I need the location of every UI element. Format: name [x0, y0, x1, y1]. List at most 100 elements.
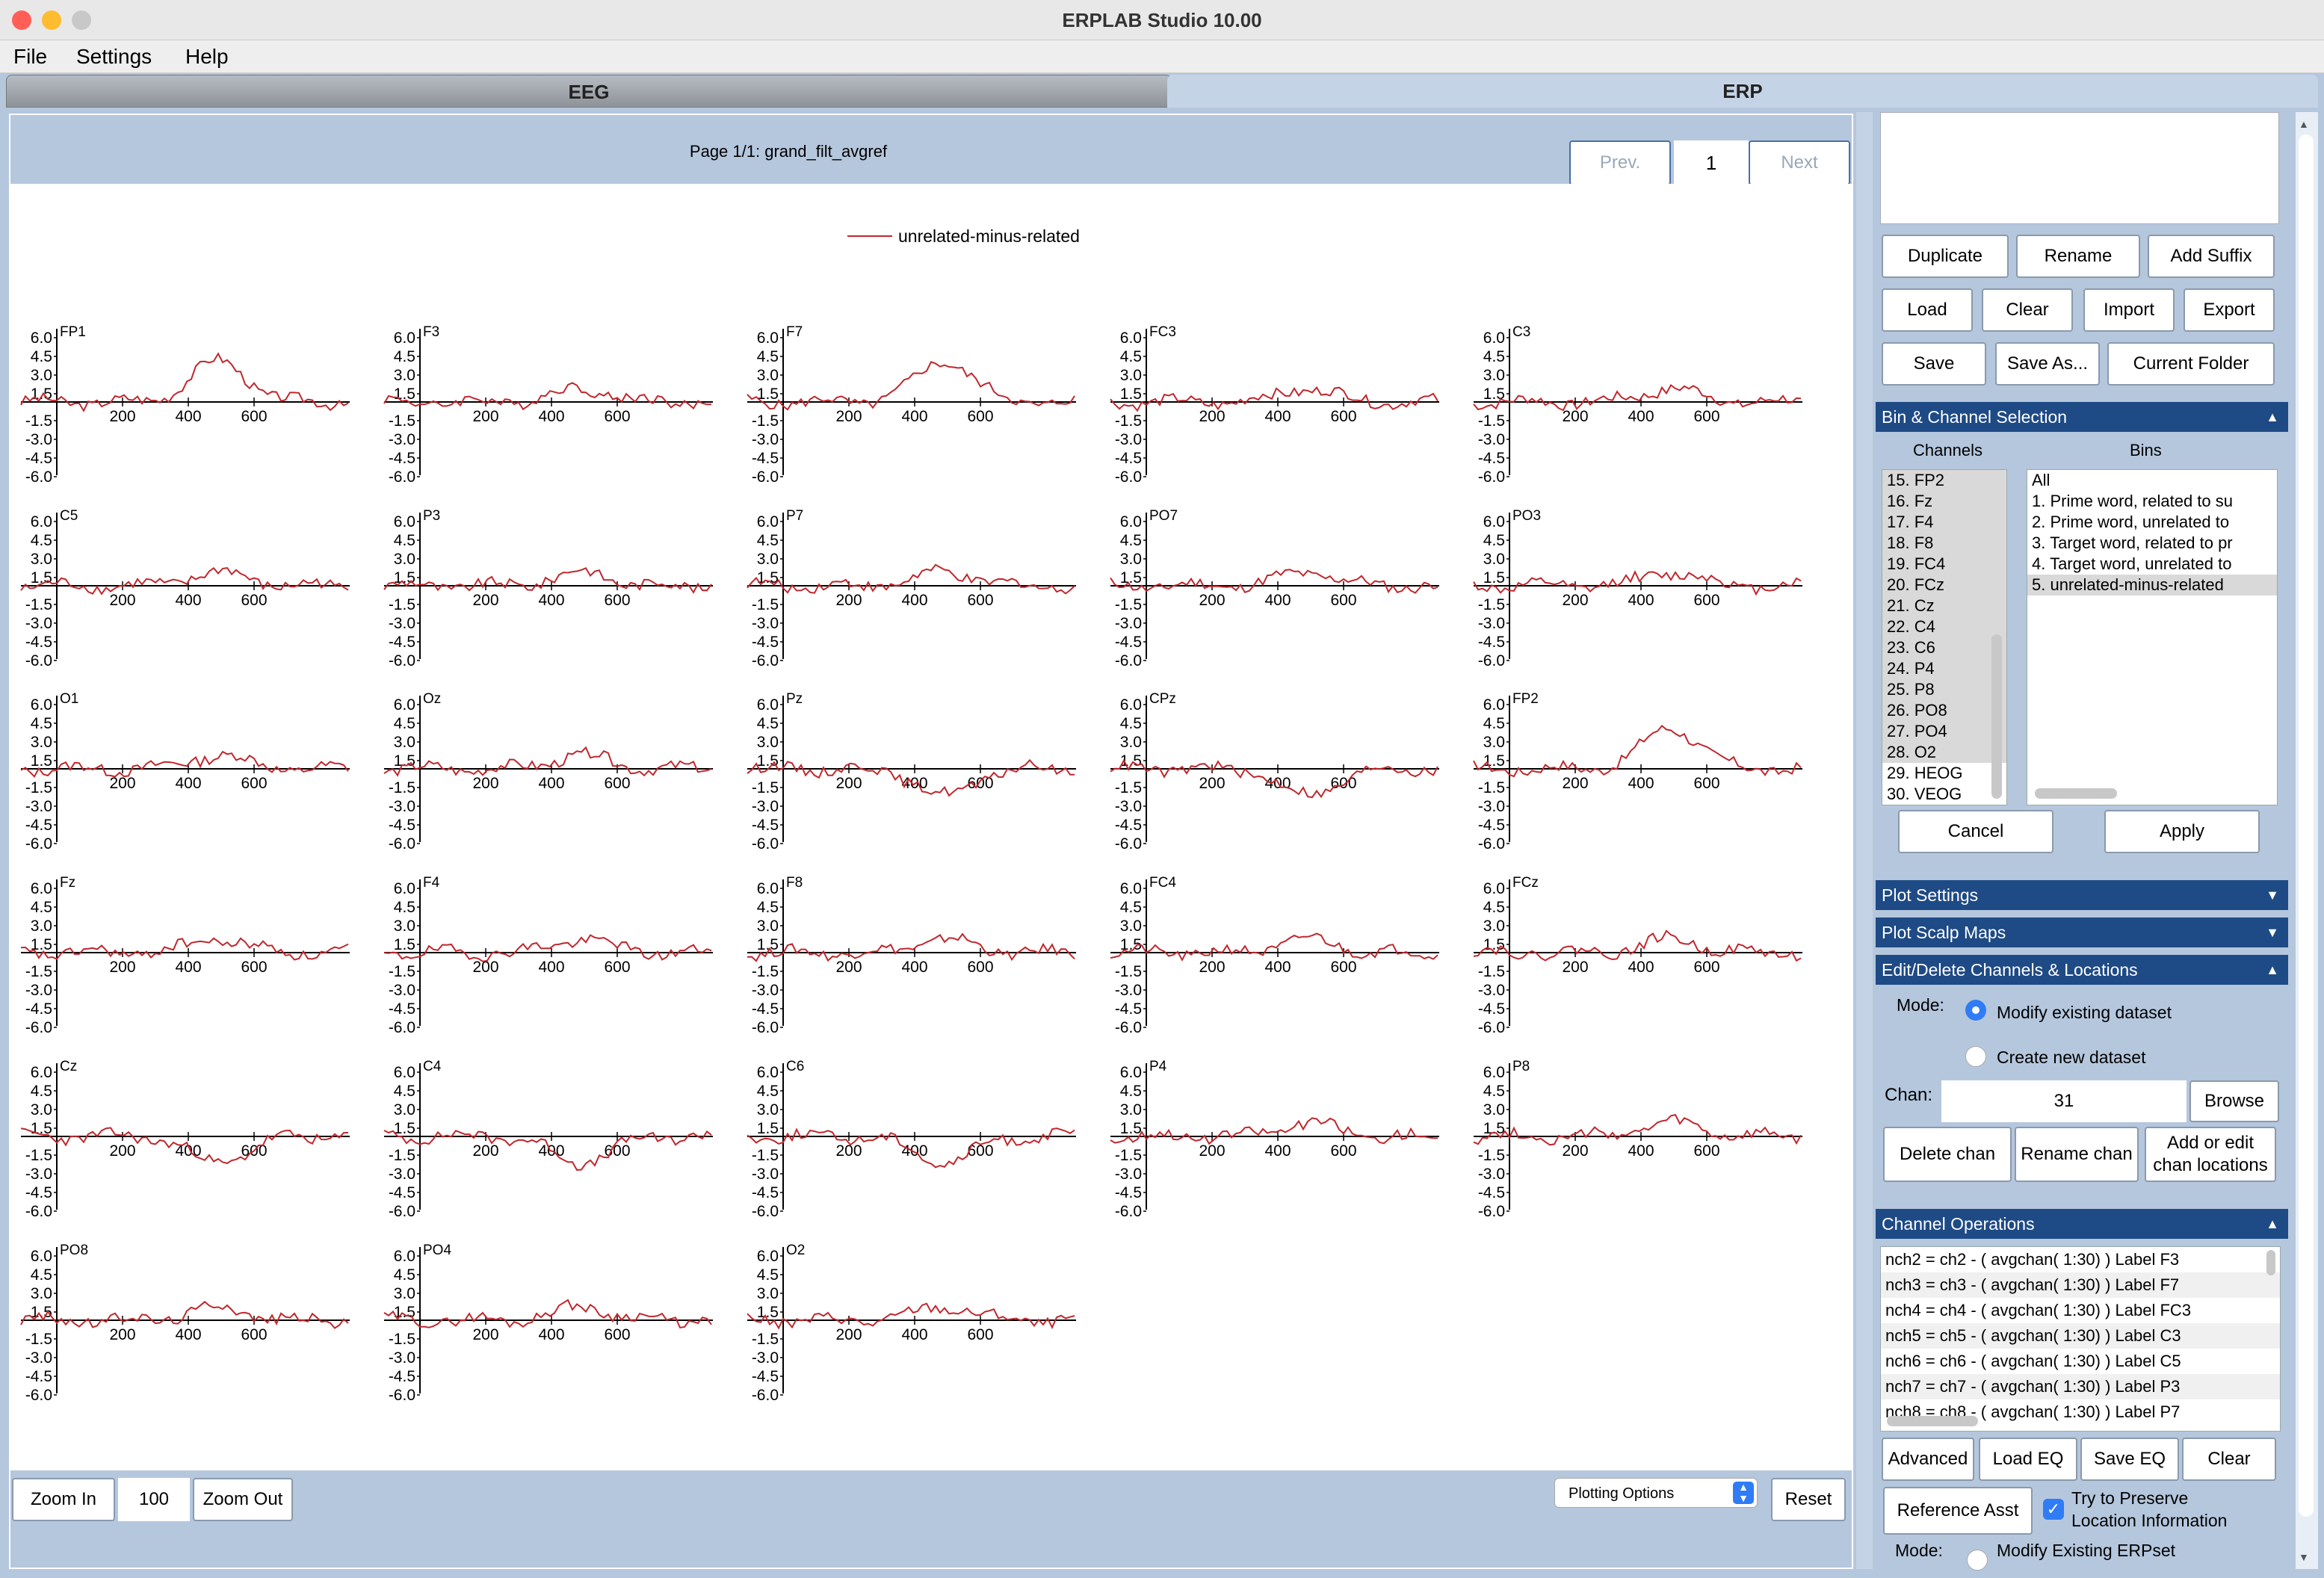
- channel-list-item[interactable]: 22. C4: [1882, 616, 2006, 637]
- channel-list-item[interactable]: 23. C6: [1882, 637, 2006, 658]
- channel-list-item[interactable]: 25. P8: [1882, 679, 2006, 700]
- channel-list-item[interactable]: 27. PO4: [1882, 721, 2006, 742]
- channel-list-item[interactable]: 29. HEOG: [1882, 763, 2006, 784]
- equation-list-item[interactable]: nch7 = ch7 - ( avgchan( 1:30) ) Label P3: [1881, 1374, 2280, 1399]
- apply-button[interactable]: Apply: [2104, 810, 2260, 853]
- y-tick-label: -3.0: [25, 1166, 52, 1183]
- save-eq-button[interactable]: Save EQ: [2080, 1438, 2179, 1481]
- collapse-arrow-icon[interactable]: ▲: [2266, 1209, 2279, 1239]
- collapse-arrow-icon[interactable]: ▲: [2266, 402, 2279, 432]
- expand-arrow-icon[interactable]: ▼: [2266, 918, 2279, 947]
- channel-list-item[interactable]: 28. O2: [1882, 742, 2006, 763]
- scroll-down-icon[interactable]: ▼: [2299, 1551, 2309, 1563]
- channel-operations-section-header[interactable]: Channel Operations ▲: [1876, 1209, 2288, 1239]
- close-window-button[interactable]: [12, 10, 31, 30]
- equation-list-item[interactable]: nch4 = ch4 - ( avgchan( 1:30) ) Label FC…: [1881, 1298, 2280, 1323]
- panel-splitter[interactable]: [1856, 112, 1873, 1569]
- prev-page-button[interactable]: Prev.: [1569, 140, 1671, 185]
- plot-settings-section-header[interactable]: Plot Settings ▼: [1876, 880, 2288, 910]
- menu-file[interactable]: File: [13, 45, 47, 69]
- import-button[interactable]: Import: [2083, 288, 2175, 332]
- create-dataset-radio[interactable]: [1965, 1046, 1986, 1067]
- save-button[interactable]: Save: [1882, 342, 1986, 386]
- edit-channels-section-header[interactable]: Edit/Delete Channels & Locations ▲: [1876, 955, 2288, 985]
- export-button[interactable]: Export: [2184, 288, 2275, 332]
- equation-list-item[interactable]: nch5 = ch5 - ( avgchan( 1:30) ) Label C3: [1881, 1323, 2280, 1349]
- clear-eq-button[interactable]: Clear: [2182, 1438, 2276, 1481]
- reference-asst-button[interactable]: Reference Asst: [1883, 1487, 2033, 1535]
- scroll-up-icon[interactable]: ▲: [2299, 118, 2309, 130]
- channel-list-item[interactable]: 21. Cz: [1882, 595, 2006, 616]
- rename-button[interactable]: Rename: [2016, 235, 2140, 278]
- modify-dataset-radio[interactable]: [1965, 1000, 1986, 1021]
- channels-scroll-thumb[interactable]: [1991, 634, 2002, 799]
- cancel-button[interactable]: Cancel: [1898, 810, 2053, 853]
- advanced-button[interactable]: Advanced: [1882, 1438, 1974, 1481]
- next-page-button[interactable]: Next: [1749, 140, 1850, 185]
- zoom-in-button[interactable]: Zoom In: [12, 1478, 115, 1521]
- tab-erp[interactable]: ERP: [1167, 75, 2318, 108]
- channel-list-item[interactable]: 26. PO8: [1882, 700, 2006, 721]
- chan-input[interactable]: 31: [1941, 1080, 2187, 1122]
- bin-list-item[interactable]: 5. unrelated-minus-related: [2027, 575, 2277, 595]
- channels-listbox[interactable]: 15. FP2 16. Fz 17. F4 18. F8 19. FC4 20. FCz 2…: [1882, 469, 2007, 805]
- equation-list-item[interactable]: nch2 = ch2 - ( avgchan( 1:30) ) Label F3: [1881, 1247, 2280, 1272]
- equations-hscroll-thumb[interactable]: [1887, 1416, 1978, 1426]
- bin-list-item[interactable]: 3. Target word, related to pr: [2027, 533, 2277, 554]
- minimize-window-button[interactable]: [42, 10, 61, 30]
- channel-list-item[interactable]: 24. P4: [1882, 658, 2006, 679]
- plot-scalp-maps-section-header[interactable]: Plot Scalp Maps ▼: [1876, 918, 2288, 947]
- clear-button[interactable]: Clear: [1982, 288, 2073, 332]
- tab-eeg[interactable]: EEG: [6, 75, 1172, 108]
- expand-arrow-icon[interactable]: ▼: [2266, 880, 2279, 910]
- bins-scroll-thumb[interactable]: [2035, 788, 2117, 799]
- y-tick-label: -3.0: [389, 1166, 415, 1183]
- equation-list-item[interactable]: nch6 = ch6 - ( avgchan( 1:30) ) Label C5: [1881, 1349, 2280, 1374]
- erp-waveform-fc4: [1110, 932, 1438, 962]
- y-tick-label: 6.0: [394, 329, 415, 347]
- right-panel-scrollbar[interactable]: ▲ ▼: [2296, 112, 2318, 1569]
- collapse-arrow-icon[interactable]: ▲: [2266, 955, 2279, 985]
- load-eq-button[interactable]: Load EQ: [1979, 1438, 2077, 1481]
- bin-list-item[interactable]: 1. Prime word, related to su: [2027, 491, 2277, 512]
- zoom-value-field[interactable]: 100: [118, 1478, 190, 1521]
- page-number-field[interactable]: 1: [1674, 140, 1749, 185]
- bin-list-item[interactable]: 2. Prime word, unrelated to: [2027, 512, 2277, 533]
- zoom-window-button[interactable]: [72, 10, 91, 30]
- bin-list-item[interactable]: 4. Target word, unrelated to: [2027, 554, 2277, 575]
- erpset-list[interactable]: [1880, 112, 2279, 224]
- channel-list-item[interactable]: 20. FCz: [1882, 575, 2006, 595]
- modify-erpset-radio[interactable]: [1967, 1550, 1988, 1571]
- y-tick-label: -4.5: [752, 1368, 779, 1385]
- equation-list-item[interactable]: nch3 = ch3 - ( avgchan( 1:30) ) Label F7: [1881, 1272, 2280, 1298]
- delete-chan-button[interactable]: Delete chan: [1883, 1127, 2012, 1182]
- bins-listbox[interactable]: All 1. Prime word, related to su 2. Prime …: [2027, 469, 2278, 805]
- current-folder-button[interactable]: Current Folder: [2107, 342, 2275, 386]
- rename-chan-button[interactable]: Rename chan: [2015, 1127, 2139, 1182]
- zoom-out-button[interactable]: Zoom Out: [193, 1478, 293, 1521]
- channel-list-item[interactable]: 15. FP2: [1882, 470, 2006, 491]
- bin-channel-section-header[interactable]: Bin & Channel Selection ▲: [1876, 402, 2288, 432]
- right-scroll-thumb[interactable]: [2299, 134, 2314, 1517]
- menu-settings[interactable]: Settings: [76, 45, 152, 69]
- browse-button[interactable]: Browse: [2189, 1080, 2279, 1122]
- channel-list-item[interactable]: 18. F8: [1882, 533, 2006, 554]
- equations-scroll-thumb[interactable]: [2266, 1250, 2275, 1275]
- equations-listbox[interactable]: nch2 = ch2 - ( avgchan( 1:30) ) Label F3…: [1880, 1246, 2281, 1432]
- plotting-options-select[interactable]: Plotting Options ▲ ▼: [1554, 1478, 1758, 1508]
- erp-waveform-po3: [1473, 570, 1802, 596]
- channel-label: Fz: [60, 875, 75, 891]
- channel-list-item[interactable]: 30. VEOG: [1882, 784, 2006, 805]
- menu-help[interactable]: Help: [185, 45, 229, 69]
- channel-list-item[interactable]: 16. Fz: [1882, 491, 2006, 512]
- reset-button[interactable]: Reset: [1771, 1478, 1846, 1521]
- try-preserve-checkbox[interactable]: ✓: [2043, 1499, 2064, 1520]
- add-suffix-button[interactable]: Add Suffix: [2148, 235, 2275, 278]
- add-edit-chan-locations-button[interactable]: Add or edit chan locations: [2145, 1127, 2276, 1182]
- save-as-button[interactable]: Save As...: [1995, 342, 2100, 386]
- channel-list-item[interactable]: 17. F4: [1882, 512, 2006, 533]
- load-button[interactable]: Load: [1882, 288, 1973, 332]
- channel-list-item[interactable]: 19. FC4: [1882, 554, 2006, 575]
- bin-list-item[interactable]: All: [2027, 470, 2277, 491]
- duplicate-button[interactable]: Duplicate: [1882, 235, 2009, 278]
